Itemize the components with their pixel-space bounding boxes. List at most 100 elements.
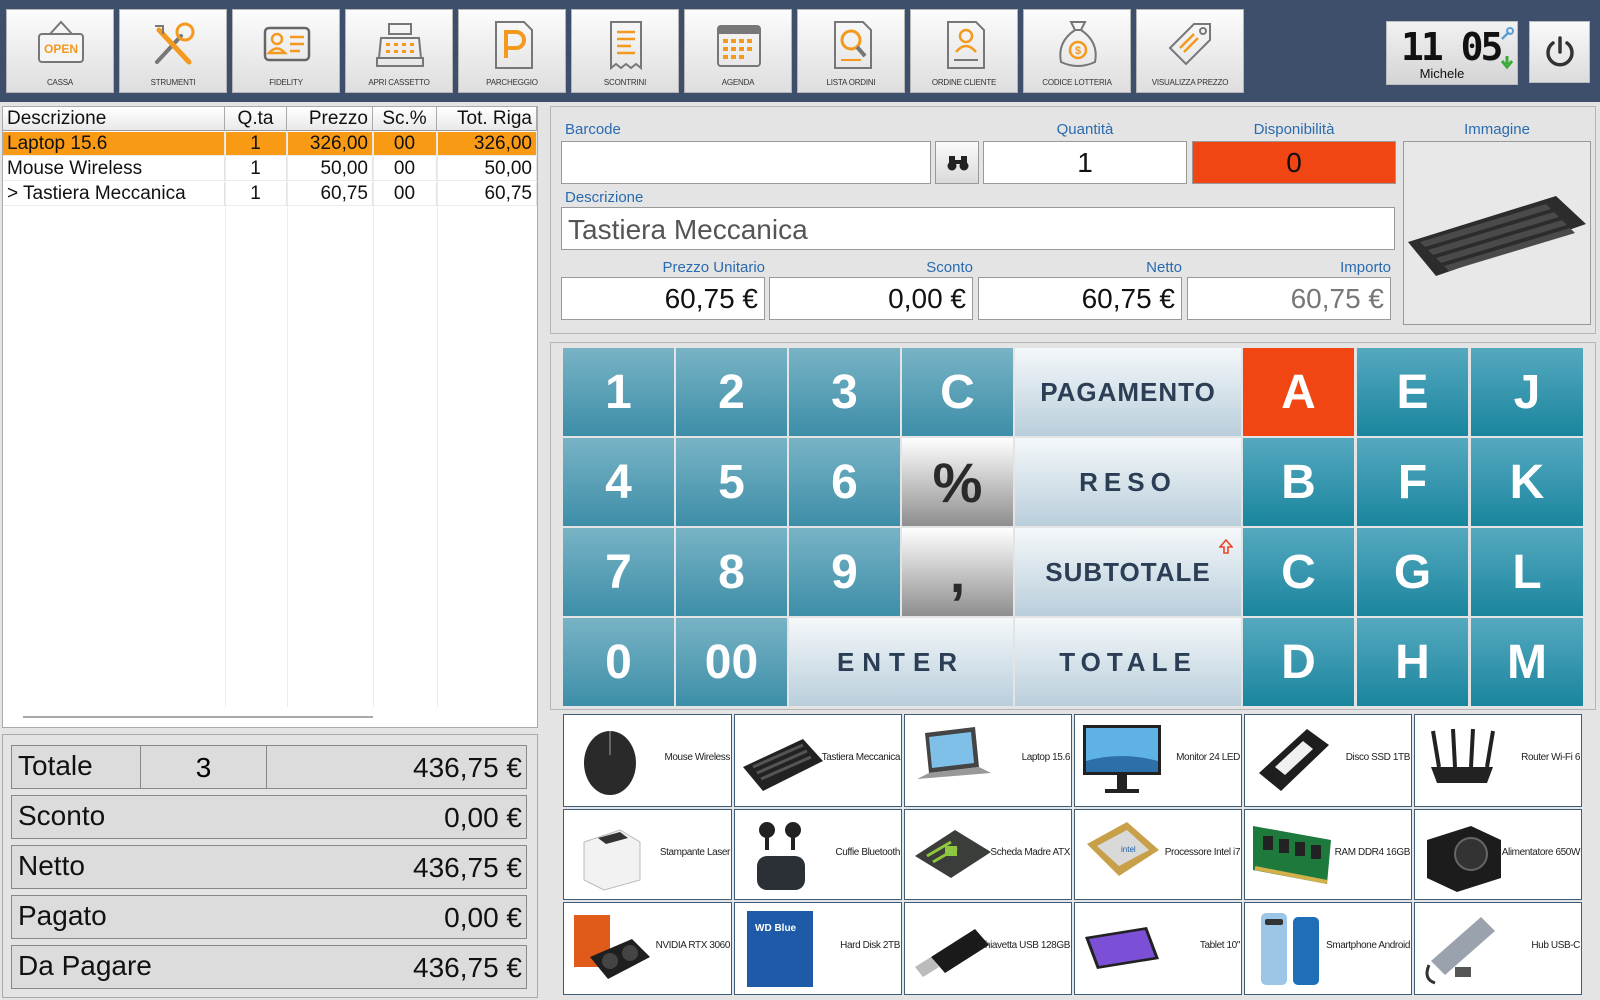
key-c[interactable]: C <box>1243 528 1354 616</box>
codice-lotteria-button[interactable]: $ CODICE LOTTERIA <box>1023 9 1131 93</box>
enter-button[interactable]: ENTER <box>789 618 1013 706</box>
key-f[interactable]: F <box>1357 438 1468 526</box>
table-row[interactable]: Laptop 15.6 1 326,00 00 326,00 <box>3 132 537 156</box>
horizontal-scrollbar[interactable] <box>23 716 373 718</box>
key-2[interactable]: 2 <box>676 348 787 436</box>
barcode-input[interactable] <box>561 141 931 184</box>
key-m[interactable]: M <box>1471 618 1583 706</box>
product-tile[interactable]: Router Wi-Fi 6 <box>1414 714 1582 807</box>
lista-ordini-button[interactable]: LISTA ORDINI <box>797 9 905 93</box>
table-row[interactable]: Mouse Wireless 1 50,00 00 50,00 <box>3 157 537 181</box>
key-a[interactable]: A <box>1243 348 1354 436</box>
totale-row: Totale 3 436,75 € <box>11 745 527 789</box>
key-d[interactable]: D <box>1243 618 1354 706</box>
power-button[interactable] <box>1529 21 1590 83</box>
netto-field[interactable]: 60,75 € <box>978 277 1182 320</box>
download-arrow-icon[interactable] <box>1499 54 1515 70</box>
key-l[interactable]: L <box>1471 528 1583 616</box>
prezzo-unitario-field[interactable]: 60,75 € <box>561 277 765 320</box>
strumenti-button[interactable]: STRUMENTI <box>119 9 227 93</box>
cassa-button[interactable]: OPEN CASSA <box>6 9 114 93</box>
key-0[interactable]: 0 <box>563 618 674 706</box>
subtotale-button[interactable]: SUBTOTALE <box>1015 528 1241 616</box>
product-tile[interactable]: Tablet 10" <box>1074 902 1242 995</box>
key-e[interactable]: E <box>1357 348 1468 436</box>
header-sconto[interactable]: Sc.% <box>373 107 437 131</box>
key-3[interactable]: 3 <box>789 348 900 436</box>
reso-button[interactable]: RESO <box>1015 438 1241 526</box>
product-tile[interactable]: Smartphone Android <box>1244 902 1412 995</box>
product-tile[interactable]: intel Processore Intel i7 <box>1074 809 1242 900</box>
product-tile[interactable]: Laptop 15.6 <box>904 714 1072 807</box>
barcode-search-button[interactable] <box>935 141 979 184</box>
product-tile[interactable]: WD Blue Hard Disk 2TB <box>734 902 902 995</box>
totale-value: 436,75 € <box>413 752 522 783</box>
fidelity-button[interactable]: FIDELITY <box>232 9 340 93</box>
key-comma[interactable]: , <box>902 528 1013 616</box>
key-k[interactable]: K <box>1471 438 1583 526</box>
header-totale-riga[interactable]: Tot. Riga <box>437 107 537 131</box>
key-clear[interactable]: C <box>902 348 1013 436</box>
apri-cassetto-button[interactable]: APRI CASSETTO <box>345 9 453 93</box>
table-row[interactable]: > Tastiera Meccanica 1 60,75 00 60,75 <box>3 182 537 206</box>
ordine-cliente-button[interactable]: ORDINE CLIENTE <box>910 9 1018 93</box>
row-description: Laptop 15.6 <box>3 132 225 156</box>
scontrini-button[interactable]: SCONTRINI <box>571 9 679 93</box>
key-7[interactable]: 7 <box>563 528 674 616</box>
key-4[interactable]: 4 <box>563 438 674 526</box>
pagamento-button[interactable]: PAGAMENTO <box>1015 348 1241 436</box>
product-tile[interactable]: Stampante Laser <box>563 809 732 900</box>
parcheggio-button[interactable]: PARCHEGGIO <box>458 9 566 93</box>
key-b[interactable]: B <box>1243 438 1354 526</box>
key-8[interactable]: 8 <box>676 528 787 616</box>
product-name: Cuffie Bluetooth <box>835 847 900 858</box>
keyboard-image-icon <box>1408 196 1586 276</box>
product-tile[interactable]: Alimentatore 650W <box>1414 809 1582 900</box>
tools-icon <box>155 22 195 65</box>
key-h[interactable]: H <box>1357 618 1468 706</box>
key-percent[interactable]: % <box>902 438 1013 526</box>
key-00[interactable]: 00 <box>676 618 787 706</box>
da-pagare-row: Da Pagare 436,75 € <box>11 945 527 989</box>
price-tag-icon <box>1168 23 1211 66</box>
product-tile[interactable]: RAM DDR4 16GB <box>1244 809 1412 900</box>
agenda-button[interactable]: AGENDA <box>684 9 792 93</box>
product-tile[interactable]: Mouse Wireless <box>563 714 732 807</box>
row-total: 60,75 <box>437 182 537 206</box>
product-tile[interactable]: NVIDIA RTX 3060 <box>563 902 732 995</box>
key-1[interactable]: 1 <box>563 348 674 436</box>
visualizza-prezzo-button[interactable]: VISUALIZZA PREZZO <box>1136 9 1244 93</box>
product-tile[interactable]: Hub USB-C <box>1414 902 1582 995</box>
receipt-grid[interactable]: Descrizione Q.ta Prezzo Sc.% Tot. Riga L… <box>2 106 538 728</box>
key-5[interactable]: 5 <box>676 438 787 526</box>
calendar-icon <box>717 25 761 67</box>
wrench-icon[interactable] <box>1499 26 1515 42</box>
product-tile[interactable]: Tastiera Meccanica <box>734 714 902 807</box>
key-6[interactable]: 6 <box>789 438 900 526</box>
ram-icon <box>1253 826 1331 884</box>
totale-button[interactable]: TOTALE <box>1015 618 1241 706</box>
header-prezzo[interactable]: Prezzo <box>287 107 373 131</box>
key-9[interactable]: 9 <box>789 528 900 616</box>
prezzo-unitario-label: Prezzo Unitario <box>662 259 765 276</box>
sconto-field[interactable]: 0,00 € <box>769 277 973 320</box>
immagine-label: Immagine <box>1464 121 1530 138</box>
product-name: Stampante Laser <box>659 847 731 858</box>
lottery-bag-icon: $ <box>1059 21 1097 67</box>
product-tile[interactable]: Monitor 24 LED <box>1074 714 1242 807</box>
product-tile[interactable]: Disco SSD 1TB <box>1244 714 1412 807</box>
header-quantita[interactable]: Q.ta <box>225 107 287 131</box>
product-tile[interactable]: Scheda Madre ATX <box>904 809 1072 900</box>
row-discount: 00 <box>373 132 437 156</box>
key-j[interactable]: J <box>1471 348 1583 436</box>
product-name: Alimentatore 650W <box>1501 847 1581 858</box>
gpu-icon <box>574 915 650 979</box>
header-descrizione[interactable]: Descrizione <box>3 107 225 131</box>
quantita-field[interactable]: 1 <box>983 141 1187 184</box>
lista-ordini-label: LISTA ORDINI <box>826 78 876 87</box>
descrizione-field[interactable]: Tastiera Meccanica <box>561 207 1395 250</box>
product-tile[interactable]: Chiavetta USB 128GB <box>904 902 1072 995</box>
key-g[interactable]: G <box>1357 528 1468 616</box>
product-tile[interactable]: Cuffie Bluetooth <box>734 809 902 900</box>
power-icon <box>1546 36 1574 67</box>
